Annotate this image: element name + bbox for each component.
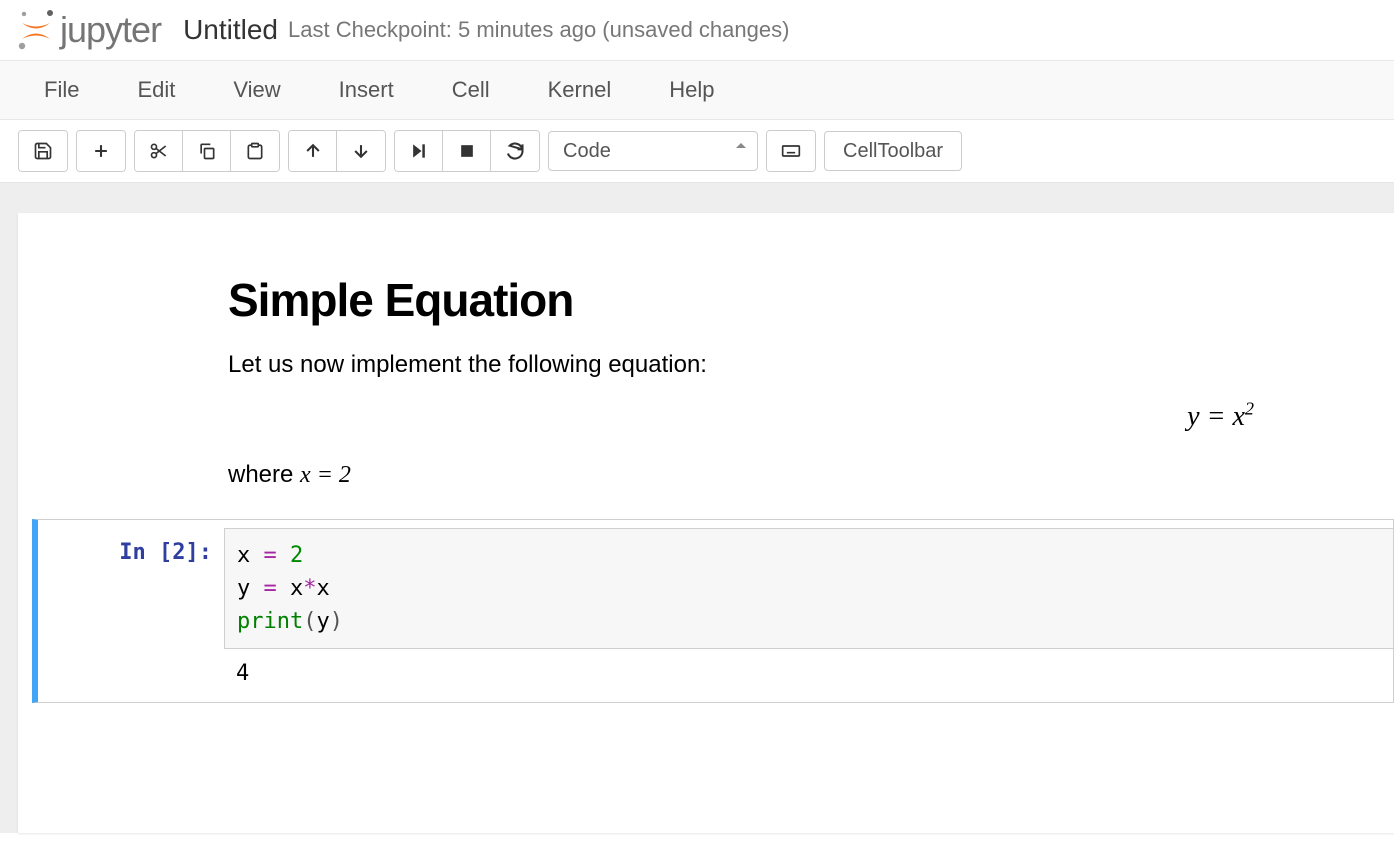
plus-icon xyxy=(91,141,111,161)
move-up-button[interactable] xyxy=(289,131,337,171)
menu-view[interactable]: View xyxy=(219,67,294,113)
refresh-icon xyxy=(505,141,525,161)
markdown-cell[interactable]: Simple Equation Let us now implement the… xyxy=(18,273,1394,489)
output-value: 4 xyxy=(224,657,261,694)
save-button[interactable] xyxy=(19,131,67,171)
jupyter-logo-text: jupyter xyxy=(60,9,161,51)
jupyter-logo[interactable]: jupyter xyxy=(14,8,161,52)
menu-file[interactable]: File xyxy=(30,67,93,113)
markdown-intro: Let us now implement the following equat… xyxy=(228,351,1354,379)
menu-cell[interactable]: Cell xyxy=(438,67,504,113)
move-down-button[interactable] xyxy=(337,131,385,171)
jupyter-logo-icon xyxy=(14,8,58,52)
cell-type-value: Code xyxy=(563,140,611,163)
copy-icon xyxy=(197,141,217,161)
menu-edit[interactable]: Edit xyxy=(123,67,189,113)
code-cell[interactable]: In [2]: x = 2 y = x*x print(y) . 4 xyxy=(32,519,1394,703)
code-output: . 4 xyxy=(38,657,1393,694)
interrupt-button[interactable] xyxy=(443,131,491,171)
menu-insert[interactable]: Insert xyxy=(325,67,408,113)
markdown-where: where x = 2 xyxy=(228,461,1354,489)
cell-type-select[interactable]: Code xyxy=(548,131,758,171)
restart-button[interactable] xyxy=(491,131,539,171)
paste-icon xyxy=(245,141,265,161)
menubar: File Edit View Insert Cell Kernel Help xyxy=(0,61,1394,120)
run-button[interactable] xyxy=(395,131,443,171)
toolbar: Code CellToolbar xyxy=(0,120,1394,183)
arrow-down-icon xyxy=(351,141,371,161)
command-palette-button[interactable] xyxy=(767,131,815,171)
add-cell-button[interactable] xyxy=(77,131,125,171)
markdown-equation: y = x2 xyxy=(228,399,1354,433)
copy-button[interactable] xyxy=(183,131,231,171)
menu-help[interactable]: Help xyxy=(655,67,728,113)
markdown-heading: Simple Equation xyxy=(228,273,1354,327)
scissors-icon xyxy=(149,141,169,161)
step-forward-icon xyxy=(409,141,429,161)
notebook-header: jupyter Untitled Last Checkpoint: 5 minu… xyxy=(0,0,1394,61)
input-prompt: In [2]: xyxy=(38,528,224,649)
paste-button[interactable] xyxy=(231,131,279,171)
checkpoint-text: Last Checkpoint: 5 minutes ago (unsaved … xyxy=(288,17,789,43)
save-icon xyxy=(33,141,53,161)
menu-kernel[interactable]: Kernel xyxy=(534,67,626,113)
notebook-container: Simple Equation Let us now implement the… xyxy=(0,183,1394,833)
cell-toolbar-button[interactable]: CellToolbar xyxy=(824,131,962,171)
cut-button[interactable] xyxy=(135,131,183,171)
notebook-panel: Simple Equation Let us now implement the… xyxy=(18,213,1394,833)
stop-icon xyxy=(457,141,477,161)
arrow-up-icon xyxy=(303,141,323,161)
keyboard-icon xyxy=(781,141,801,161)
notebook-title[interactable]: Untitled xyxy=(183,14,278,46)
code-input-area[interactable]: x = 2 y = x*x print(y) xyxy=(224,528,1393,649)
